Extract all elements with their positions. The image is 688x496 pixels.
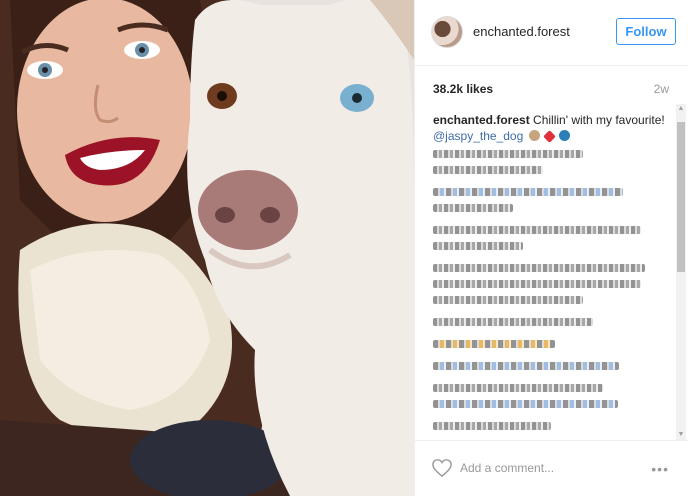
blurred-comment-line	[433, 340, 555, 348]
blurred-comment-line	[433, 318, 593, 326]
blurred-comment-line	[433, 188, 623, 196]
blurred-comment-line	[433, 280, 641, 288]
scroll-up-arrow-icon[interactable]: ▲	[676, 104, 686, 114]
likes-row: 38.2k likes 2w	[415, 66, 688, 106]
post-photo[interactable]	[0, 0, 414, 496]
comment-input[interactable]	[460, 457, 640, 479]
blurred-comment-line	[433, 422, 551, 430]
blurred-comment-line	[433, 296, 583, 304]
scroll-down-arrow-icon[interactable]: ▼	[676, 430, 686, 440]
blurred-comment-line	[433, 226, 641, 234]
snowflake-emoji-icon	[559, 130, 571, 141]
post-sidebar: enchanted.forest Follow 38.2k likes 2w e…	[414, 0, 688, 496]
photo-illustration	[0, 0, 414, 496]
follow-button[interactable]: Follow	[616, 18, 676, 45]
avatar[interactable]	[431, 16, 463, 48]
more-options-icon[interactable]: •••	[651, 461, 669, 477]
blurred-comment-line	[433, 166, 543, 174]
comment-bar: •••	[415, 440, 688, 496]
post-time: 2w	[653, 82, 669, 96]
blurred-comment-line	[433, 400, 618, 408]
scrollbar-thumb[interactable]	[677, 122, 685, 272]
caption: enchanted.forest Chillin' with my favour…	[433, 112, 673, 144]
blurred-comment-line	[433, 242, 523, 250]
blurred-comment-line	[433, 150, 583, 158]
instagram-post: enchanted.forest Follow 38.2k likes 2w e…	[0, 0, 688, 496]
heart-emoji-icon	[543, 130, 556, 143]
caption-mention[interactable]: @jaspy_the_dog	[433, 129, 523, 143]
blurred-comment-line	[433, 384, 603, 392]
caption-text: Chillin' with my favourite!	[533, 113, 665, 127]
username-link[interactable]: enchanted.forest	[473, 24, 570, 39]
blurred-comment-line	[433, 204, 513, 212]
likes-count[interactable]: 38.2k likes	[433, 82, 493, 96]
caption-username[interactable]: enchanted.forest	[433, 113, 530, 127]
comments-list: enchanted.forest Chillin' with my favour…	[433, 112, 673, 442]
comments-scrollbar[interactable]: ▲ ▼	[676, 104, 686, 440]
post-header: enchanted.forest Follow	[415, 0, 688, 66]
blurred-comment-line	[433, 264, 645, 272]
dog-emoji-icon	[528, 130, 540, 141]
heart-icon[interactable]	[431, 458, 453, 478]
blurred-comment-line	[433, 362, 619, 370]
